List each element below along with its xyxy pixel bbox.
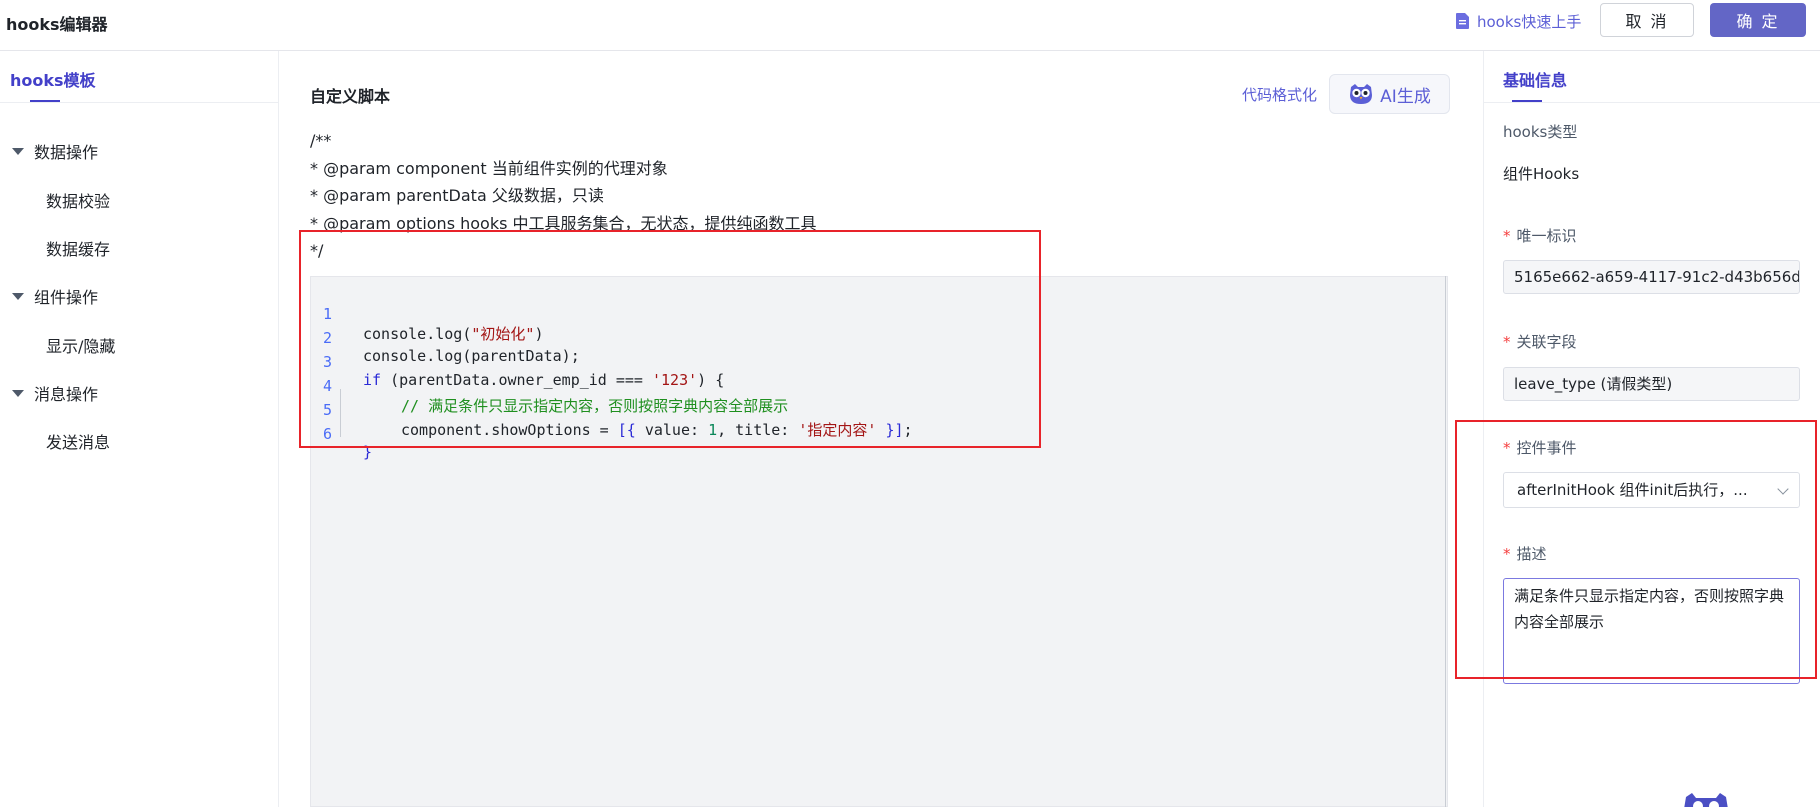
- hooks-type-value: 组件Hooks: [1503, 165, 1580, 183]
- chevron-down-icon: [1777, 483, 1789, 495]
- code-line: 5 component.showOptions = [{ value: 1, t…: [323, 401, 913, 439]
- event-label: * 控件事件: [1503, 439, 1577, 457]
- sidebar-group-data-ops[interactable]: 数据操作: [12, 139, 98, 163]
- owl-icon: [1350, 84, 1373, 104]
- indent-guide: [340, 389, 341, 437]
- hooks-type-label: hooks类型: [1503, 123, 1578, 141]
- sidebar-item-data-cache[interactable]: 数据缓存: [46, 236, 110, 260]
- code-editor[interactable]: 1 console.log("初始化") 2 console.log(paren…: [310, 276, 1448, 807]
- sidebar-item-show-hide[interactable]: 显示/隐藏: [46, 333, 115, 357]
- comment-line: * @param parentData 父级数据，只读: [310, 186, 604, 205]
- caret-down-icon: [12, 147, 24, 155]
- caret-down-icon: [12, 389, 24, 397]
- caret-down-icon: [12, 292, 24, 300]
- sidebar-group-message-ops[interactable]: 消息操作: [12, 381, 98, 405]
- code-line: 2 console.log(parentData);: [323, 329, 580, 365]
- group-label: 组件操作: [34, 288, 99, 307]
- related-field-input[interactable]: leave_type (请假类型): [1503, 367, 1800, 401]
- comment-line: */: [310, 241, 324, 260]
- required-mark: *: [1503, 227, 1511, 245]
- required-mark: *: [1503, 439, 1511, 457]
- sidebar-group-component-ops[interactable]: 组件操作: [12, 284, 98, 308]
- script-header-comment: /** * @param component 当前组件实例的代理对象 * @pa…: [310, 127, 817, 265]
- tab-hooks-templates[interactable]: hooks模板: [10, 67, 96, 91]
- quick-start-label: hooks快速上手: [1477, 12, 1582, 31]
- group-label: 数据操作: [34, 143, 99, 162]
- ai-generate-label: AI生成: [1380, 86, 1431, 107]
- code-line: 1 console.log("初始化"): [323, 305, 544, 343]
- tab-basic-info[interactable]: 基础信息: [1503, 67, 1567, 91]
- confirm-button[interactable]: 确 定: [1710, 3, 1806, 37]
- code-line: 6 }: [323, 425, 373, 461]
- script-editor-area: 自定义脚本 代码格式化 AI生成 /** * @param component …: [280, 51, 1483, 807]
- required-mark: *: [1503, 333, 1511, 351]
- required-mark: *: [1503, 545, 1511, 563]
- comment-line: * @param options hooks 中工具服务集合，无状态，提供纯函数…: [310, 213, 817, 233]
- sidebar-item-send-message[interactable]: 发送消息: [46, 429, 110, 453]
- cancel-button[interactable]: 取 消: [1600, 3, 1694, 37]
- uid-label: * 唯一标识: [1503, 227, 1577, 245]
- related-field-label: * 关联字段: [1503, 333, 1577, 351]
- code-line: 4 // 满足条件只显示指定内容，否则按照字典内容全部展示: [323, 377, 789, 415]
- divider: [1484, 102, 1820, 103]
- comment-line: /**: [310, 131, 332, 150]
- page-title: hooks编辑器: [6, 15, 108, 34]
- event-select-value: afterInitHook 组件init后执行，...: [1517, 481, 1748, 499]
- uid-field[interactable]: 5165e662-a659-4117-91c2-d43b656d6: [1503, 260, 1800, 294]
- event-select[interactable]: afterInitHook 组件init后执行，...: [1503, 472, 1800, 508]
- top-header: hooks编辑器 hooks快速上手 取 消 确 定: [0, 0, 1820, 51]
- code-line: 3 if (parentData.owner_emp_id === '123')…: [323, 353, 725, 389]
- divider: [0, 102, 279, 103]
- description-label: * 描述: [1503, 545, 1547, 563]
- owl-mascot-icon[interactable]: [1680, 793, 1732, 807]
- editor-scrollbar-track[interactable]: [1445, 276, 1446, 807]
- template-sidebar: hooks模板 数据操作 数据校验 数据缓存 组件操作 显示/隐藏 消息操作 发…: [0, 51, 279, 807]
- hooks-editor-app: hooks编辑器 hooks快速上手 取 消 确 定 hooks模板 数据操作 …: [0, 0, 1820, 807]
- document-icon: [1456, 13, 1469, 29]
- quick-start-link[interactable]: hooks快速上手: [1456, 10, 1581, 32]
- ai-generate-button[interactable]: AI生成: [1329, 74, 1450, 114]
- format-code-button[interactable]: 代码格式化: [1242, 84, 1317, 105]
- basic-info-panel: 基础信息 hooks类型 组件Hooks * 唯一标识 5165e662-a659…: [1483, 51, 1820, 807]
- section-title: 自定义脚本: [310, 87, 391, 106]
- comment-line: * @param component 当前组件实例的代理对象: [310, 158, 668, 178]
- group-label: 消息操作: [34, 385, 99, 404]
- description-textarea[interactable]: 满足条件只显示指定内容，否则按照字典内容全部展示: [1503, 578, 1800, 684]
- sidebar-item-data-validation[interactable]: 数据校验: [46, 188, 110, 212]
